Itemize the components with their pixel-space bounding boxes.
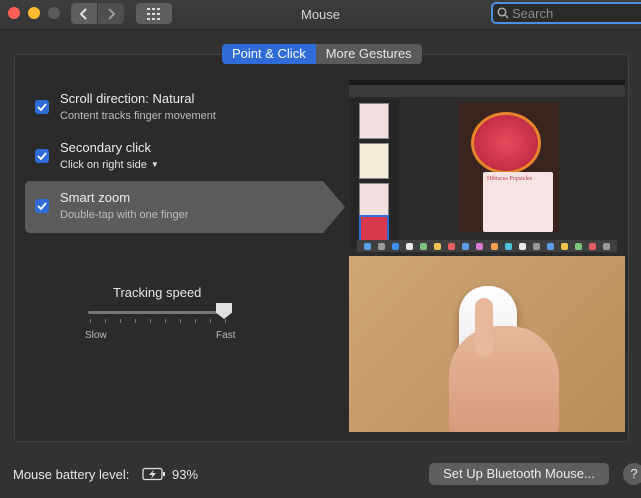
battery-charging-icon (142, 467, 165, 481)
search-input[interactable] (512, 5, 632, 21)
slider-thumb[interactable] (216, 303, 232, 319)
preview-screen: Hibiscus Popsicles (349, 80, 625, 256)
preview-document: Hibiscus Popsicles (459, 102, 559, 232)
preview-toolbar (349, 85, 625, 97)
tab-point-and-click[interactable]: Point & Click (222, 44, 316, 64)
secondary-click-dropdown[interactable]: Click on right side ▼ (60, 159, 159, 171)
battery-label: Mouse battery level: (13, 467, 130, 482)
finger-image (475, 298, 493, 356)
gesture-preview: Hibiscus Popsicles (349, 80, 625, 432)
option-subtitle: Content tracks finger movement (60, 110, 216, 122)
setup-bluetooth-mouse-button[interactable]: Set Up Bluetooth Mouse... (429, 463, 609, 485)
checkmark-icon (37, 202, 47, 210)
checkmark-icon (37, 152, 47, 160)
option-secondary-click[interactable]: Secondary click Click on right side ▼ (25, 131, 323, 183)
scroll-direction-checkbox[interactable] (35, 100, 49, 114)
settings-panel: Scroll direction: Natural Content tracks… (14, 54, 629, 442)
chevron-down-icon: ▼ (150, 160, 159, 169)
option-title: Scroll direction: Natural (60, 91, 195, 106)
checkmark-icon (37, 103, 47, 111)
slider-max-label: Fast (216, 330, 236, 341)
battery-value: 93% (172, 467, 199, 482)
page-thumbnail (359, 143, 389, 179)
help-button[interactable]: ? (623, 463, 641, 485)
search-box[interactable] (491, 2, 641, 24)
option-title: Smart zoom (60, 190, 131, 205)
popsicle-image (471, 112, 541, 174)
slider-min-label: Slow (85, 330, 107, 341)
recipe-title: Hibiscus Popsicles (487, 176, 533, 182)
secondary-click-checkbox[interactable] (35, 149, 49, 163)
option-scroll-direction[interactable]: Scroll direction: Natural Content tracks… (25, 82, 323, 134)
dropdown-value: Click on right side (60, 159, 147, 171)
option-subtitle: Double-tap with one finger (60, 209, 189, 221)
page-thumbnail (359, 183, 389, 219)
search-icon (497, 7, 509, 19)
recipe-card: Hibiscus Popsicles (483, 172, 553, 232)
page-thumbnail (359, 103, 389, 139)
preview-thumbnails (351, 99, 399, 251)
tracking-speed-label: Tracking speed (113, 285, 202, 300)
hand-image (449, 326, 559, 432)
preview-desk (349, 256, 625, 432)
option-smart-zoom[interactable]: Smart zoom Double-tap with one finger (25, 181, 345, 233)
tab-more-gestures[interactable]: More Gestures (315, 44, 422, 64)
option-title: Secondary click (60, 140, 152, 155)
tab-bar: Point & Click More Gestures (222, 44, 422, 64)
title-bar: Mouse (0, 0, 641, 30)
slider-ticks (90, 319, 226, 323)
smart-zoom-checkbox[interactable] (35, 199, 49, 213)
preview-dock (357, 240, 617, 252)
tracking-speed-slider[interactable] (88, 311, 228, 314)
